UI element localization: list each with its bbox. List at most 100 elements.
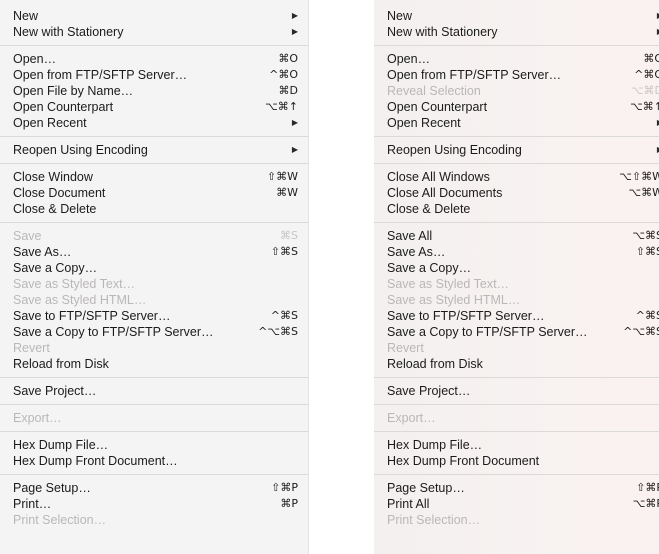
- menu-separator: [374, 372, 659, 383]
- menu-item-reveal-selection: Reveal Selection ⌥⌘D: [374, 83, 659, 99]
- menu-item-label: Open…: [13, 52, 57, 66]
- menu-item-save-a-copy[interactable]: Save a Copy…: [0, 260, 308, 276]
- menu-item-page-setup[interactable]: Page Setup… ⇧⌘P: [0, 480, 308, 496]
- menu-item-label: Close Window: [13, 170, 93, 184]
- menu-item-label: Open…: [387, 52, 431, 66]
- menu-item-label: Close All Windows: [387, 170, 490, 184]
- menu-item-new[interactable]: New ▶: [0, 8, 308, 24]
- menu-item-print-selection: Print Selection…: [0, 512, 308, 528]
- menu-item-save-as[interactable]: Save As… ⇧⌘S: [374, 244, 659, 260]
- menu-item-print[interactable]: Print… ⌘P: [0, 496, 308, 512]
- menu-item-label: Reload from Disk: [387, 357, 483, 371]
- keyboard-shortcut: ⌘S: [280, 229, 298, 242]
- menu-item-save-as-styled-text: Save as Styled Text…: [374, 276, 659, 292]
- menu-item-save-all[interactable]: Save All ⌥⌘S: [374, 228, 659, 244]
- menu-item-label: Reveal Selection: [387, 84, 481, 98]
- keyboard-shortcut: ⌥⌘W: [628, 186, 659, 199]
- menu-item-reopen-using-encoding[interactable]: Reopen Using Encoding▶: [0, 142, 308, 158]
- menu-item-save-to-ftp-sftp-server[interactable]: Save to FTP/SFTP Server… ^⌘S: [374, 308, 659, 324]
- menu-separator: [374, 426, 659, 437]
- menu-item-open[interactable]: Open… ⌘O: [374, 51, 659, 67]
- menu-item-hex-dump-front-document[interactable]: Hex Dump Front Document…: [0, 453, 308, 469]
- menu-item-open-from-ftp-sftp-server[interactable]: Open from FTP/SFTP Server… ^⌘O: [0, 67, 308, 83]
- submenu-arrow-icon: ▶: [291, 11, 298, 20]
- keyboard-shortcut: ^⌘S: [270, 309, 298, 322]
- menu-item-label: Open Recent: [13, 116, 87, 130]
- keyboard-shortcut: ⌥⇧⌘W: [619, 170, 659, 183]
- menu-item-revert: Revert: [374, 340, 659, 356]
- menu-item-save-a-copy-to-ftp-sftp-server[interactable]: Save a Copy to FTP/SFTP Server… ^⌥⌘S: [374, 324, 659, 340]
- menu-item-hex-dump-front-document[interactable]: Hex Dump Front Document: [374, 453, 659, 469]
- menu-item-label: Print…: [13, 497, 52, 511]
- menu-item-open-from-ftp-sftp-server[interactable]: Open from FTP/SFTP Server… ^⌘O: [374, 67, 659, 83]
- menu-item-save-as-styled-html: Save as Styled HTML…: [0, 292, 308, 308]
- menu-item-reload-from-disk[interactable]: Reload from Disk: [0, 356, 308, 372]
- menu-separator: [374, 40, 659, 51]
- menu-separator: [374, 158, 659, 169]
- menu-item-label: Open from FTP/SFTP Server…: [387, 68, 562, 82]
- menu-item-save-as[interactable]: Save As… ⇧⌘S: [0, 244, 308, 260]
- menu-item-label: Save Project…: [387, 384, 471, 398]
- keyboard-shortcut: ⇧⌘P: [271, 481, 298, 494]
- menu-item-label: Open Recent: [387, 116, 461, 130]
- menu-separator: [0, 469, 308, 480]
- menu-item-save-project[interactable]: Save Project…: [0, 383, 308, 399]
- menu-item-close-delete[interactable]: Close & Delete: [0, 201, 308, 217]
- menu-item-close-all-documents[interactable]: Close All Documents ⌥⌘W: [374, 185, 659, 201]
- menu-item-export: Export…: [0, 410, 308, 426]
- file-menu-right: New▶New with Stationery▶ Open… ⌘O Open from…: [374, 0, 659, 554]
- keyboard-shortcut: ⌘P: [280, 497, 298, 510]
- keyboard-shortcut: ⇧⌘P: [636, 481, 659, 494]
- menu-item-label: Open Counterpart: [13, 100, 114, 114]
- menu-item-new-with-stationery[interactable]: New with Stationery▶: [0, 24, 308, 40]
- menu-item-new[interactable]: New▶: [374, 8, 659, 24]
- menu-item-reload-from-disk[interactable]: Reload from Disk: [374, 356, 659, 372]
- menu-item-print-all[interactable]: Print All ⌥⌘P: [374, 496, 659, 512]
- menu-item-label: New: [13, 9, 39, 23]
- menu-item-open-counterpart[interactable]: Open Counterpart ⌥⌘↑: [374, 99, 659, 115]
- menu-item-open-recent[interactable]: Open Recent▶: [0, 115, 308, 131]
- menu-item-reopen-using-encoding[interactable]: Reopen Using Encoding▶: [374, 142, 659, 158]
- menu-item-close-window[interactable]: Close Window ⇧⌘W: [0, 169, 308, 185]
- menu-item-label: Hex Dump Front Document…: [13, 454, 178, 468]
- menu-item-label: New: [387, 9, 413, 23]
- menu-item-new-with-stationery[interactable]: New with Stationery▶: [374, 24, 659, 40]
- keyboard-shortcut: ⌘W: [276, 186, 298, 199]
- menu-item-save: Save ⌘S: [0, 228, 308, 244]
- menu-item-close-document[interactable]: Close Document ⌘W: [0, 185, 308, 201]
- keyboard-shortcut: ⇧⌘S: [635, 245, 659, 258]
- menu-item-revert: Revert: [0, 340, 308, 356]
- menu-separator: [0, 131, 308, 142]
- menu-item-save-as-styled-text: Save as Styled Text…: [0, 276, 308, 292]
- submenu-arrow-icon: ▶: [291, 27, 298, 36]
- menu-item-save-a-copy-to-ftp-sftp-server[interactable]: Save a Copy to FTP/SFTP Server… ^⌥⌘S: [0, 324, 308, 340]
- menu-item-label: Close & Delete: [13, 202, 97, 216]
- menu-item-label: Reopen Using Encoding: [387, 143, 522, 157]
- menu-item-label: Save as Styled Text…: [387, 277, 510, 291]
- submenu-arrow-icon: ▶: [291, 145, 298, 154]
- menu-item-close-all-windows[interactable]: Close All Windows ⌥⇧⌘W: [374, 169, 659, 185]
- menu-item-label: Close & Delete: [387, 202, 471, 216]
- menu-item-hex-dump-file[interactable]: Hex Dump File…: [0, 437, 308, 453]
- menu-top-padding: [0, 0, 308, 8]
- menu-item-open-counterpart[interactable]: Open Counterpart ⌥⌘↑: [0, 99, 308, 115]
- menu-item-label: Save as Styled HTML…: [13, 293, 147, 307]
- menu-item-close-delete[interactable]: Close & Delete: [374, 201, 659, 217]
- menu-item-label: Save a Copy to FTP/SFTP Server…: [13, 325, 214, 339]
- menu-item-label: Save a Copy…: [13, 261, 98, 275]
- keyboard-shortcut: ^⌘S: [635, 309, 659, 322]
- menu-item-label: Save as Styled HTML…: [387, 293, 521, 307]
- menu-item-open-recent[interactable]: Open Recent▶: [374, 115, 659, 131]
- keyboard-shortcut: ^⌘O: [269, 68, 298, 81]
- menu-item-open[interactable]: Open… ⌘O: [0, 51, 308, 67]
- menu-item-save-to-ftp-sftp-server[interactable]: Save to FTP/SFTP Server… ^⌘S: [0, 308, 308, 324]
- menu-item-label: Close All Documents: [387, 186, 503, 200]
- menu-item-page-setup[interactable]: Page Setup… ⇧⌘P: [374, 480, 659, 496]
- keyboard-shortcut: ^⌘O: [634, 68, 659, 81]
- menu-item-save-a-copy[interactable]: Save a Copy…: [374, 260, 659, 276]
- menu-separator: [374, 131, 659, 142]
- menu-separator: [374, 469, 659, 480]
- menu-item-save-project[interactable]: Save Project…: [374, 383, 659, 399]
- menu-item-open-file-by-name[interactable]: Open File by Name… ⌘D: [0, 83, 308, 99]
- menu-item-hex-dump-file[interactable]: Hex Dump File…: [374, 437, 659, 453]
